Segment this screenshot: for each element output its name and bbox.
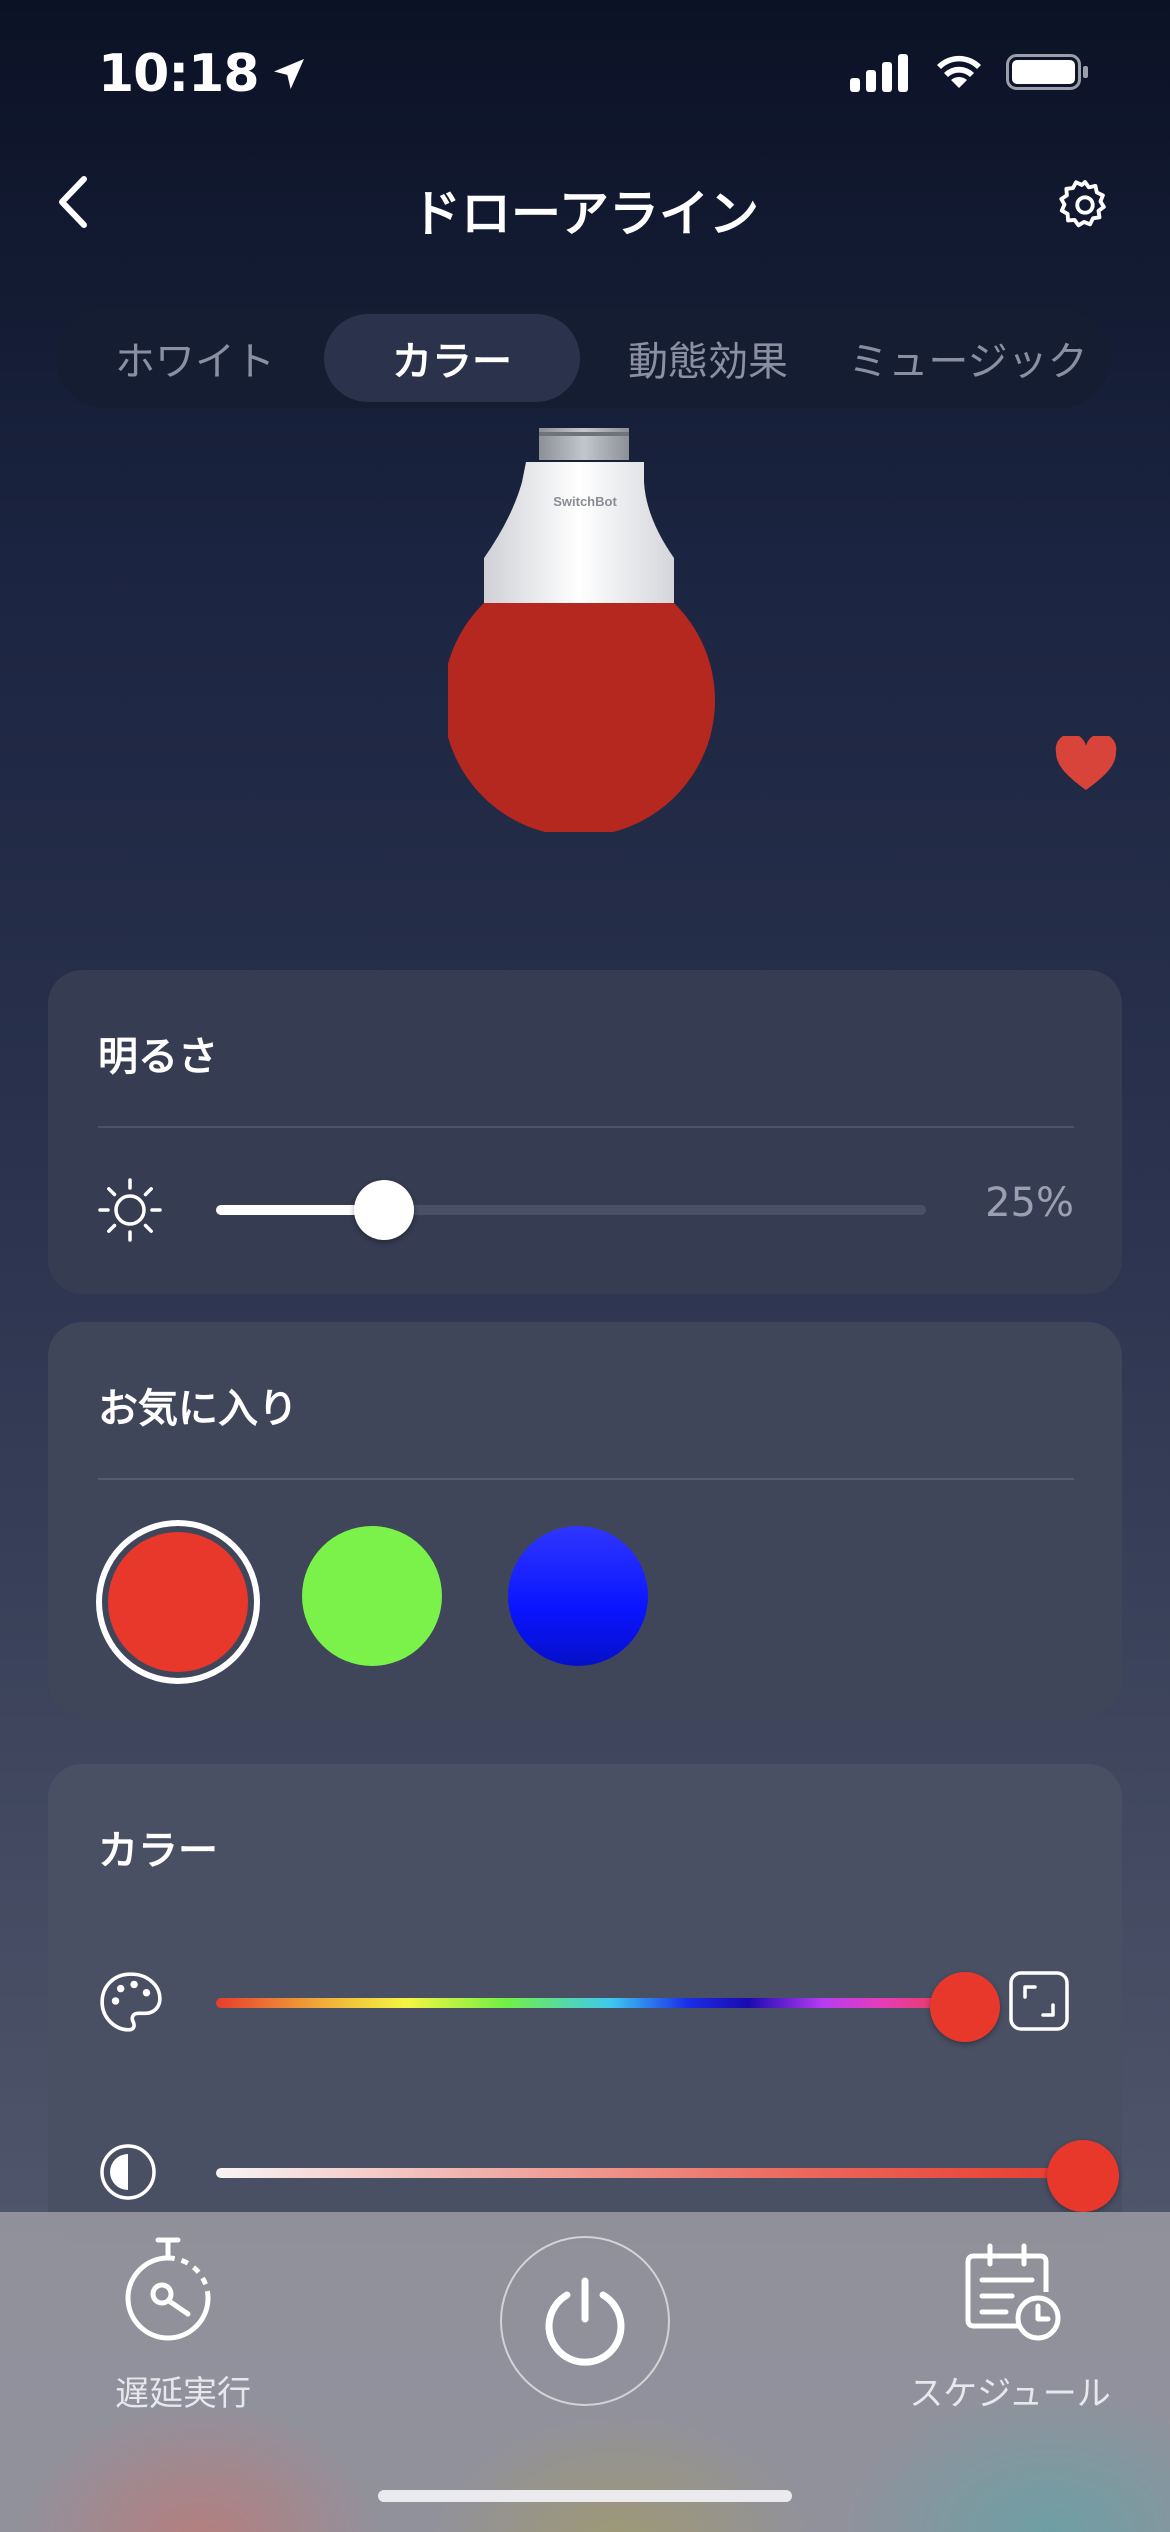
bottom-action-bar: 遅延実行 スケジュール	[0, 2212, 1170, 2532]
saturation-slider[interactable]	[216, 2140, 1119, 2212]
power-icon	[545, 2277, 625, 2366]
nav-header: ドローアライン	[0, 160, 1170, 250]
cellular-signal-icon	[850, 54, 908, 92]
power-button[interactable]	[500, 2236, 670, 2406]
bulb-illustration: SwitchBot	[448, 428, 715, 832]
heart-icon[interactable]	[1054, 736, 1118, 792]
status-time-text: 10:18	[98, 44, 260, 104]
tab-music[interactable]: ミュージック	[836, 314, 1100, 402]
hue-slider[interactable]	[216, 1972, 1000, 2042]
brightness-slider-thumb[interactable]	[354, 1180, 414, 1240]
brightness-title: 明るさ	[98, 1034, 218, 1080]
brightness-card: 明るさ 25%	[48, 970, 1122, 1294]
favorite-swatch-blue[interactable]	[508, 1526, 648, 1666]
delay-label: 遅延実行	[115, 2374, 251, 2414]
calendar-clock-icon	[965, 2243, 1061, 2341]
tab-color[interactable]: カラー	[324, 314, 580, 402]
favorites-card: お気に入り	[48, 1322, 1122, 1716]
divider	[98, 1126, 1074, 1128]
tab-white[interactable]: ホワイト	[66, 314, 324, 402]
bulb-brand-label: SwitchBot	[553, 494, 617, 509]
saturation-slider-thumb[interactable]	[1046, 2140, 1119, 2212]
favorite-swatch-red[interactable]	[96, 1520, 260, 1684]
status-indicators	[850, 52, 1090, 92]
schedule-label: スケジュール	[909, 2374, 1111, 2414]
location-arrow-icon	[273, 59, 304, 89]
home-indicator	[378, 2490, 792, 2502]
tab-dynamic-effects[interactable]: 動態効果	[580, 314, 836, 402]
settings-button[interactable]	[1052, 172, 1118, 238]
color-title: カラー	[98, 1828, 218, 1874]
divider	[98, 1478, 1074, 1480]
color-card: カラー	[48, 1764, 1122, 2244]
expand-icon[interactable]	[1008, 1970, 1070, 2032]
stopwatch-icon	[125, 2237, 211, 2341]
favorites-title: お気に入り	[98, 1386, 298, 1432]
palette-icon	[100, 1972, 162, 2032]
mode-tabs: ホワイト カラー 動態効果 ミュージック	[56, 308, 1110, 408]
brightness-value: 25%	[985, 1180, 1074, 1226]
favorite-swatch-red-fill	[108, 1532, 248, 1672]
gear-icon	[1059, 180, 1106, 228]
page-title: ドローアライン	[411, 185, 759, 243]
sun-icon	[98, 1178, 162, 1242]
favorite-swatch-green[interactable]	[302, 1526, 442, 1666]
status-bar: 10:18	[0, 0, 1170, 150]
brightness-slider[interactable]	[216, 1180, 926, 1240]
battery-icon	[1006, 54, 1088, 90]
wifi-icon	[937, 55, 981, 88]
schedule-button[interactable]: スケジュール	[902, 2234, 1118, 2414]
status-time: 10:18	[98, 44, 309, 104]
delay-button[interactable]: 遅延実行	[90, 2234, 280, 2414]
hue-slider-thumb[interactable]	[929, 1972, 1000, 2042]
contrast-icon	[100, 2144, 156, 2200]
